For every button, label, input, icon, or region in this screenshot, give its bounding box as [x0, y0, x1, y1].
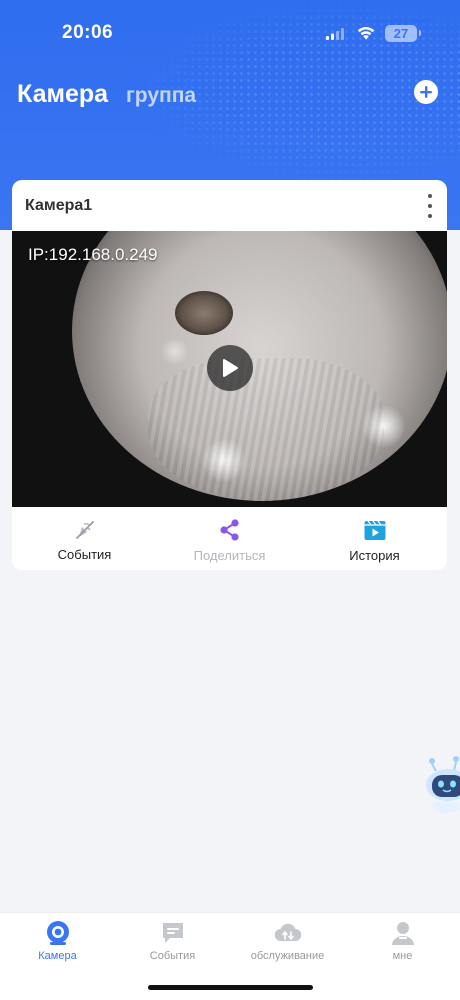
header-tabs: Камера группа [17, 80, 196, 109]
nav-camera-label: Камера [38, 950, 77, 962]
events-crossed-icon [75, 521, 94, 539]
camera-icon [46, 921, 69, 945]
camera-card: Камера1 IP:192.168.0.249 События Поделит… [12, 180, 447, 570]
camera-name: Камера1 [25, 197, 93, 214]
status-time: 20:06 [62, 22, 114, 43]
events-button[interactable]: События [12, 507, 157, 570]
card-actions: События Поделиться История [12, 507, 447, 570]
nav-me[interactable]: мне [345, 913, 460, 1000]
battery-indicator: 27 [385, 25, 421, 42]
share-icon [219, 519, 239, 541]
nav-me-label: мне [392, 950, 413, 962]
ip-overlay: IP:192.168.0.249 [28, 245, 158, 264]
nav-service-label: обслуживание [250, 950, 325, 962]
cloud-service-icon [274, 923, 301, 942]
camera-preview[interactable]: IP:192.168.0.249 [12, 231, 447, 507]
history-label: История [349, 548, 400, 563]
more-dot-icon [428, 204, 432, 208]
plus-circle-icon [420, 86, 432, 98]
fisheye-image [72, 231, 447, 501]
share-label: Поделиться [193, 548, 266, 563]
tab-camera[interactable]: Камера [17, 80, 108, 109]
share-button[interactable]: Поделиться [157, 507, 302, 570]
message-icon [162, 923, 183, 943]
add-device-button[interactable] [414, 80, 438, 104]
assistant-robot-button[interactable] [422, 755, 460, 815]
play-icon [223, 359, 238, 377]
status-bar: 20:06 27 [0, 20, 460, 48]
tab-group[interactable]: группа [126, 84, 196, 108]
person-icon [391, 922, 414, 945]
nav-camera[interactable]: Камера [0, 913, 115, 1000]
robot-icon [426, 756, 460, 813]
chandelier-image [175, 291, 233, 335]
more-dot-icon [428, 194, 432, 198]
history-button[interactable]: История [302, 507, 447, 570]
cellular-signal-icon [326, 28, 344, 40]
wifi-icon [357, 26, 375, 40]
home-indicator [148, 985, 313, 990]
events-label: События [57, 547, 112, 562]
play-button[interactable] [207, 345, 253, 391]
more-dot-icon [428, 214, 432, 218]
nav-events-label: События [149, 950, 196, 962]
history-video-icon [364, 520, 385, 540]
more-options-button[interactable] [425, 194, 435, 218]
